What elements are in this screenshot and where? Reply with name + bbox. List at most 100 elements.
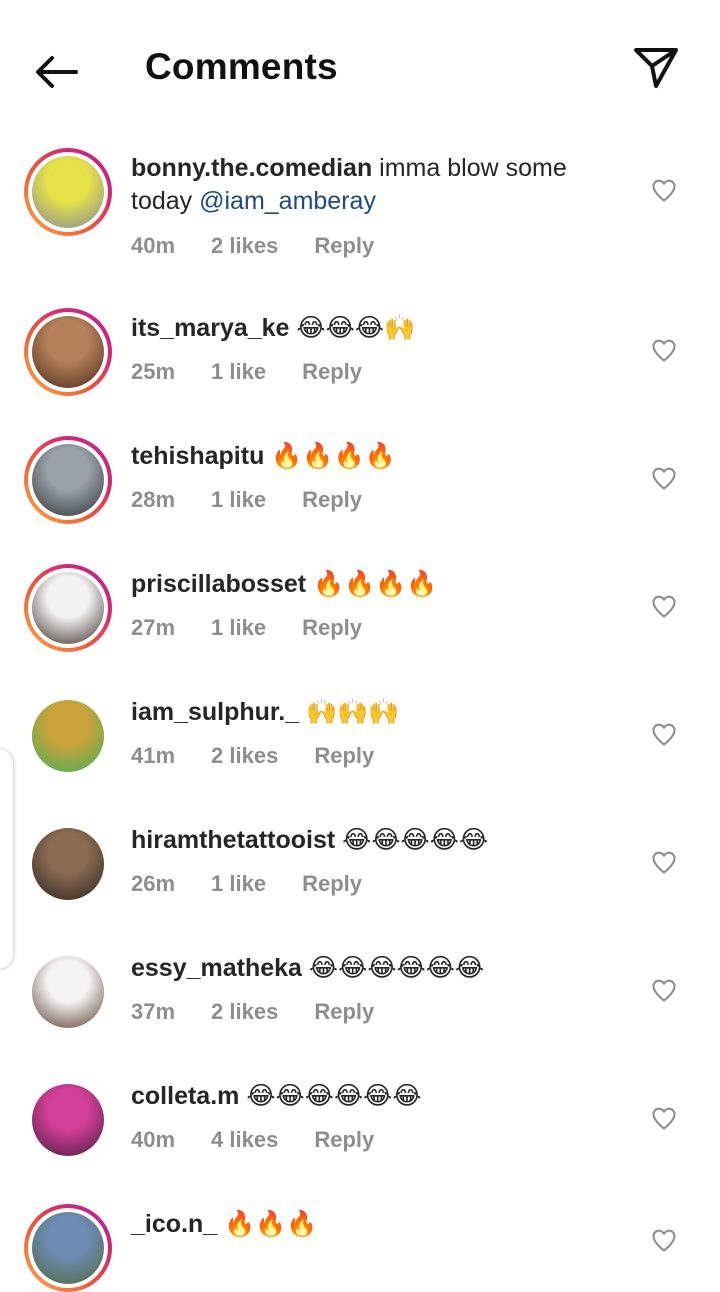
heart-icon bbox=[652, 1107, 676, 1130]
comment-body: 😂😂😂😂😂😂 bbox=[301, 954, 485, 982]
heart-icon bbox=[652, 339, 676, 362]
comment-likes[interactable]: 2 likes bbox=[211, 233, 278, 258]
comment-body: 🔥🔥🔥 bbox=[217, 1210, 318, 1238]
reply-button[interactable]: Reply bbox=[302, 871, 362, 896]
comment-text: essy_matheka 😂😂😂😂😂😂 bbox=[131, 952, 621, 985]
avatar[interactable] bbox=[24, 564, 112, 652]
comment-time: 41m bbox=[131, 743, 176, 768]
comment-meta: 40m 4 likes Reply bbox=[131, 1127, 410, 1153]
heart-icon bbox=[652, 467, 676, 490]
like-button[interactable] bbox=[650, 1104, 678, 1132]
comment-username[interactable]: hiramthetattooist bbox=[131, 826, 335, 854]
comment-meta: 26m 1 like Reply bbox=[131, 871, 398, 897]
like-button[interactable] bbox=[650, 1226, 678, 1254]
comment-likes[interactable]: 2 likes bbox=[211, 999, 278, 1024]
comment-text: its_marya_ke 😂😂😂🙌 bbox=[131, 312, 621, 345]
comment-text: priscillabosset 🔥🔥🔥🔥 bbox=[131, 568, 621, 601]
heart-icon bbox=[652, 1229, 676, 1252]
reply-button[interactable]: Reply bbox=[314, 233, 374, 258]
comment-username[interactable]: priscillabosset bbox=[131, 570, 306, 598]
page-title: Comments bbox=[145, 46, 338, 87]
comment-body: 😂😂😂🙌 bbox=[289, 314, 416, 342]
comment-likes[interactable]: 1 like bbox=[211, 487, 266, 512]
comment-username[interactable]: tehishapitu bbox=[131, 442, 264, 470]
mention-link[interactable]: @iam_amberay bbox=[199, 187, 376, 215]
comment-meta: 37m 2 likes Reply bbox=[131, 999, 410, 1025]
comment-username[interactable]: essy_matheka bbox=[131, 954, 302, 982]
avatar-image bbox=[32, 316, 104, 388]
like-button[interactable] bbox=[650, 720, 678, 748]
comment-meta: 27m 1 like Reply bbox=[131, 615, 398, 641]
heart-icon bbox=[652, 851, 676, 874]
comment-meta: 28m 1 like Reply bbox=[131, 487, 398, 513]
avatar[interactable] bbox=[24, 308, 112, 396]
reply-button[interactable]: Reply bbox=[302, 615, 362, 640]
heart-icon bbox=[652, 723, 676, 746]
comments-header: Comments bbox=[0, 0, 720, 140]
comment-likes[interactable]: 1 like bbox=[211, 359, 266, 384]
avatar-image bbox=[32, 572, 104, 644]
comment-time: 27m bbox=[131, 615, 176, 640]
comment-time: 25m bbox=[131, 359, 176, 384]
comment-username[interactable]: iam_sulphur._ bbox=[131, 698, 299, 726]
like-button[interactable] bbox=[650, 464, 678, 492]
side-edge-handle[interactable] bbox=[0, 748, 14, 970]
comment-time: 37m bbox=[131, 999, 176, 1024]
comment-likes[interactable]: 4 likes bbox=[211, 1127, 278, 1152]
comment-body: 🔥🔥🔥🔥 bbox=[306, 570, 438, 598]
avatar[interactable] bbox=[24, 148, 112, 236]
comment-likes[interactable]: 2 likes bbox=[211, 743, 278, 768]
comment-likes[interactable]: 1 like bbox=[211, 871, 266, 896]
avatar-image bbox=[32, 444, 104, 516]
comment-username[interactable]: its_marya_ke bbox=[131, 314, 289, 342]
like-button[interactable] bbox=[650, 976, 678, 1004]
comment-body: 🔥🔥🔥🔥 bbox=[264, 442, 396, 470]
back-button[interactable] bbox=[28, 48, 84, 96]
avatar-image bbox=[32, 1212, 104, 1284]
heart-icon bbox=[652, 595, 676, 618]
avatar[interactable] bbox=[24, 436, 112, 524]
comment-time: 40m bbox=[131, 233, 176, 258]
comment-time: 26m bbox=[131, 871, 176, 896]
avatar-image bbox=[32, 828, 104, 900]
comment-likes[interactable]: 1 like bbox=[211, 615, 266, 640]
comment-meta: 40m 2 likes Reply bbox=[131, 233, 410, 259]
comment-body: 😂😂😂😂😂 bbox=[335, 826, 489, 854]
avatar[interactable] bbox=[24, 820, 112, 908]
comment-body: 🙌🙌🙌 bbox=[299, 698, 400, 726]
comment-text: bonny.the.comedian imma blow some today … bbox=[131, 152, 621, 218]
reply-button[interactable]: Reply bbox=[314, 743, 374, 768]
avatar-image bbox=[32, 700, 104, 772]
share-button[interactable] bbox=[628, 40, 684, 96]
comment-time: 40m bbox=[131, 1127, 176, 1152]
comment-username[interactable]: colleta.m bbox=[131, 1082, 239, 1110]
avatar[interactable] bbox=[24, 692, 112, 780]
comment-username[interactable]: _ico.n_ bbox=[131, 1210, 217, 1238]
like-button[interactable] bbox=[650, 336, 678, 364]
comment-meta: 41m 2 likes Reply bbox=[131, 743, 410, 769]
like-button[interactable] bbox=[650, 848, 678, 876]
comment-text: tehishapitu 🔥🔥🔥🔥 bbox=[131, 440, 621, 473]
avatar-image bbox=[32, 956, 104, 1028]
paper-plane-icon bbox=[634, 48, 678, 88]
reply-button[interactable]: Reply bbox=[314, 999, 374, 1024]
reply-button[interactable]: Reply bbox=[302, 487, 362, 512]
comment-text: colleta.m 😂😂😂😂😂😂 bbox=[131, 1080, 621, 1113]
comment-text: iam_sulphur._ 🙌🙌🙌 bbox=[131, 696, 621, 729]
avatar[interactable] bbox=[24, 1204, 112, 1292]
avatar-image bbox=[32, 156, 104, 228]
comment-meta: 25m 1 like Reply bbox=[131, 359, 398, 385]
like-button[interactable] bbox=[650, 176, 678, 204]
like-button[interactable] bbox=[650, 592, 678, 620]
avatar[interactable] bbox=[24, 1076, 112, 1164]
comment-body: 😂😂😂😂😂😂 bbox=[239, 1082, 422, 1110]
avatar-image bbox=[32, 1084, 104, 1156]
avatar[interactable] bbox=[24, 948, 112, 1036]
arrow-left-icon bbox=[36, 56, 78, 88]
comment-username[interactable]: bonny.the.comedian bbox=[131, 154, 372, 182]
comment-text: hiramthetattooist 😂😂😂😂😂 bbox=[131, 824, 621, 857]
reply-button[interactable]: Reply bbox=[314, 1127, 374, 1152]
reply-button[interactable]: Reply bbox=[302, 359, 362, 384]
heart-icon bbox=[652, 179, 676, 202]
comment-text: _ico.n_ 🔥🔥🔥 bbox=[131, 1208, 621, 1241]
